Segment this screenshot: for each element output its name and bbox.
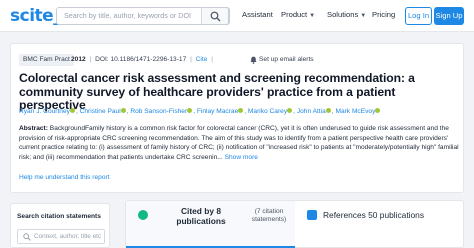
citation-search-title: Search citation statements: [17, 213, 101, 220]
citation-statements-count: (7 citation statements): [251, 208, 287, 223]
journal-badge[interactable]: BMC Fam Pract: [19, 54, 74, 66]
citation-search-panel: Search citation statements Context, auth…: [10, 203, 110, 248]
bell-icon: [250, 56, 257, 64]
nav-solutions[interactable]: Solutions ▼: [327, 10, 366, 19]
email-alert-link[interactable]: Set up email alerts: [259, 56, 314, 63]
chevron-down-icon: ▼: [360, 13, 367, 19]
citation-tabs: Cited by 8 publications (7 citation stat…: [125, 200, 464, 248]
article-meta: 2012 | DOI: 10.1186/1471-2296-13-17 | Ci…: [71, 56, 213, 63]
orcid-icon: [120, 108, 126, 114]
show-more-link[interactable]: Show more: [225, 154, 258, 161]
chevron-down-icon: ▼: [309, 13, 316, 19]
references-icon: [307, 210, 317, 220]
article-doi: DOI: 10.1186/1471-2296-13-17: [95, 56, 187, 63]
signup-button[interactable]: Sign Up: [434, 7, 464, 25]
nav-product[interactable]: Product ▼: [281, 10, 315, 19]
author-name[interactable]: Finlay Macrae: [197, 108, 238, 115]
author-name[interactable]: John Attia: [297, 108, 326, 115]
login-button[interactable]: Log In: [405, 7, 432, 25]
orcid-icon: [69, 108, 75, 114]
search-button[interactable]: [201, 7, 229, 25]
nav-pricing[interactable]: Pricing: [372, 10, 395, 19]
search-placeholder: Search by title, author, keywords or DOI: [64, 11, 192, 20]
tab-cited-by[interactable]: Cited by 8 publications (7 citation stat…: [126, 201, 295, 248]
quote-icon: [138, 210, 148, 220]
abstract: Abstract: BackgroundFamily history is a …: [19, 124, 459, 162]
author-name[interactable]: Mariko Carey: [248, 108, 287, 115]
top-navigation-bar: scite_ Search by title, author, keywords…: [0, 0, 474, 32]
abstract-label: Abstract:: [19, 125, 48, 132]
article-card: BMC Fam Pract 2012 | DOI: 10.1186/1471-2…: [10, 43, 464, 193]
author-list: Ryan J. Courtney, Christine Paul, Rob Sa…: [19, 108, 463, 115]
nav-solutions-label: Solutions: [327, 10, 359, 19]
tab-references[interactable]: References 50 publications: [295, 201, 465, 248]
search-icon: [210, 11, 221, 22]
references-label: References 50 publications: [323, 210, 425, 220]
nav-product-label: Product: [281, 10, 308, 19]
orcid-icon: [375, 108, 381, 114]
publication-year: 2012: [71, 56, 86, 63]
author-name[interactable]: Mark McEvoy: [335, 108, 375, 115]
cite-link[interactable]: Cite: [196, 56, 208, 63]
cited-by-label: Cited by 8 publications: [176, 206, 226, 226]
scite-logo[interactable]: scite_: [10, 6, 62, 26]
citation-search-input[interactable]: Context, author, title etc: [17, 229, 105, 244]
citation-search-placeholder: Context, author, title etc: [34, 233, 102, 240]
nav-assistant[interactable]: Assistant: [242, 10, 273, 19]
orcid-icon: [187, 108, 193, 114]
article-title: Colorectal cancer risk assessment and sc…: [19, 71, 415, 112]
search-icon: [23, 233, 31, 241]
orcid-icon: [325, 108, 331, 114]
author-name[interactable]: Rob Sanson-Fisher: [130, 108, 187, 115]
author-name[interactable]: Christine Paul: [80, 108, 121, 115]
orcid-icon: [287, 108, 293, 114]
help-report-link[interactable]: Help me understand this report: [19, 174, 110, 181]
orcid-icon: [238, 108, 244, 114]
author-name[interactable]: Ryan J. Courtney: [19, 108, 70, 115]
